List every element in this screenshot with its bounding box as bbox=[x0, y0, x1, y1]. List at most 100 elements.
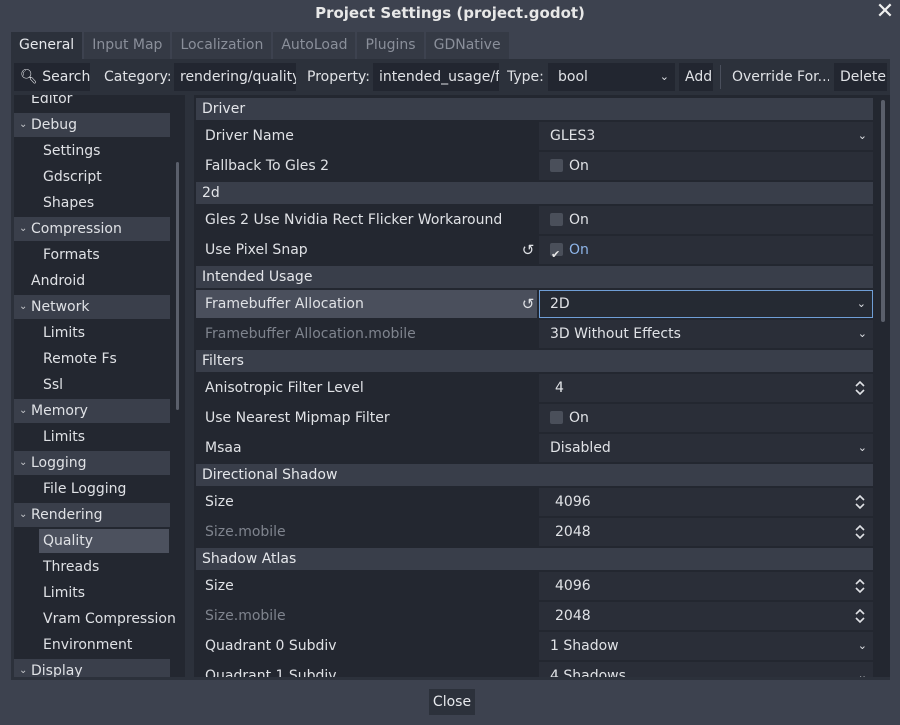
sidebar-item-label: Shapes bbox=[43, 195, 95, 211]
property-dropdown[interactable]: 2D ⌄ bbox=[539, 290, 873, 318]
property-row: Gles 2 Use Nvidia Rect Flicker Workaroun… bbox=[196, 206, 873, 234]
property-spinbox[interactable]: 4096 bbox=[539, 488, 873, 516]
sidebar-item-remote-fs[interactable]: Remote Fs bbox=[39, 347, 169, 371]
property-label: Gles 2 Use Nvidia Rect Flicker Workaroun… bbox=[205, 212, 503, 228]
checkbox-unchecked-icon[interactable] bbox=[550, 213, 563, 226]
tab-input-map[interactable]: Input Map bbox=[84, 32, 171, 59]
section-tree[interactable]: Editor ⌄ Debug Settings Gdscript Shapes ⌄ Compr… bbox=[14, 95, 185, 677]
chevron-down-icon[interactable]: ⌄ bbox=[19, 659, 27, 677]
window-title: Project Settings (project.godot) bbox=[315, 4, 585, 22]
chevron-down-icon[interactable]: ⌄ bbox=[19, 451, 27, 475]
tab-localization[interactable]: Localization bbox=[172, 32, 272, 59]
property-checkbox[interactable]: On bbox=[539, 152, 873, 180]
sidebar-item-environment[interactable]: Environment bbox=[39, 633, 169, 657]
property-checkbox[interactable]: On bbox=[539, 404, 873, 432]
sidebar-item-threads[interactable]: Threads bbox=[39, 555, 169, 579]
chevron-down-icon[interactable]: ⌄ bbox=[19, 399, 27, 423]
property-label: Framebuffer Allocation bbox=[196, 290, 537, 318]
property-label: Quadrant 1 Subdiv bbox=[205, 668, 337, 677]
type-dropdown[interactable]: bool ⌄ bbox=[548, 63, 675, 91]
close-button[interactable]: Close bbox=[429, 689, 475, 715]
tab-autoload[interactable]: AutoLoad bbox=[273, 32, 356, 59]
property-dropdown[interactable]: 4 Shadows ⌄ bbox=[539, 662, 873, 677]
spin-arrows-icon[interactable] bbox=[855, 578, 865, 594]
property-label: Fallback To Gles 2 bbox=[205, 158, 330, 174]
chevron-down-icon[interactable]: ⌄ bbox=[19, 503, 27, 527]
checkbox-unchecked-icon[interactable] bbox=[550, 411, 563, 424]
sidebar-item-network[interactable]: ⌄ Network bbox=[14, 295, 170, 319]
sidebar-item-settings[interactable]: Settings bbox=[39, 139, 169, 163]
inspector-scrollbar[interactable] bbox=[881, 100, 885, 322]
checkbox-checked-icon[interactable] bbox=[550, 241, 563, 269]
chevron-down-icon[interactable]: ⌄ bbox=[19, 295, 27, 319]
chevron-down-icon: ⌄ bbox=[857, 669, 867, 677]
chevron-down-icon[interactable]: ⌄ bbox=[19, 113, 27, 137]
sidebar-item-limits[interactable]: Limits bbox=[39, 321, 169, 345]
sidebar-item-vram-compression[interactable]: Vram Compression bbox=[39, 607, 176, 631]
sidebar-item-shapes[interactable]: Shapes bbox=[39, 191, 169, 215]
property-spinbox[interactable]: 4 bbox=[539, 374, 873, 402]
sidebar-item-label: Quality bbox=[43, 533, 94, 549]
property-label: Use Nearest Mipmap Filter bbox=[205, 410, 390, 426]
toolbar: 🔍︎ Search Category: rendering/quality Pr… bbox=[14, 63, 887, 91]
property-dropdown[interactable]: 3D Without Effects ⌄ bbox=[539, 320, 873, 348]
property-value: 4 Shadows bbox=[550, 668, 626, 677]
search-button[interactable]: 🔍︎ Search bbox=[14, 63, 90, 91]
property-dropdown[interactable]: 1 Shadow ⌄ bbox=[539, 632, 873, 660]
property-input[interactable]: intended_usage/f bbox=[373, 63, 499, 91]
sidebar-scrollbar[interactable] bbox=[176, 162, 179, 410]
sidebar-item-rendering[interactable]: ⌄ Rendering bbox=[14, 503, 170, 527]
property-label: Size.mobile bbox=[205, 524, 286, 540]
sidebar-item-compression[interactable]: ⌄ Compression bbox=[14, 217, 170, 241]
property-label: Anisotropic Filter Level bbox=[205, 380, 364, 396]
tab-general[interactable]: General bbox=[11, 32, 83, 59]
sidebar-item-ssl[interactable]: Ssl bbox=[39, 373, 169, 397]
chevron-down-icon[interactable]: ⌄ bbox=[19, 217, 27, 241]
sidebar-item-memory[interactable]: ⌄ Memory bbox=[14, 399, 170, 423]
chevron-down-icon: ⌄ bbox=[856, 297, 866, 310]
project-settings-window: Project Settings (project.godot) ✕ Gener… bbox=[0, 0, 900, 725]
search-icon: 🔍︎ bbox=[20, 69, 38, 85]
category-input[interactable]: rendering/quality bbox=[174, 63, 296, 91]
sidebar-item-label: Android bbox=[31, 273, 86, 289]
sidebar-item-file-logging[interactable]: File Logging bbox=[39, 477, 169, 501]
search-label: Search bbox=[42, 69, 90, 85]
property-checkbox[interactable]: On bbox=[539, 236, 873, 269]
property-spinbox[interactable]: 4096 bbox=[539, 572, 873, 600]
sidebar-item-gdscript[interactable]: Gdscript bbox=[39, 165, 169, 189]
sidebar-item-formats[interactable]: Formats bbox=[39, 243, 169, 267]
section-header: Intended Usage bbox=[196, 266, 873, 288]
delete-button[interactable]: Delete bbox=[834, 63, 887, 91]
property-dropdown[interactable]: Disabled ⌄ bbox=[539, 434, 873, 462]
sidebar-item-limits[interactable]: Limits bbox=[39, 581, 169, 605]
property-dropdown[interactable]: GLES3 ⌄ bbox=[539, 122, 873, 150]
sidebar-item-debug[interactable]: ⌄ Debug bbox=[14, 113, 170, 137]
add-button[interactable]: Add bbox=[679, 63, 713, 91]
tab-plugins[interactable]: Plugins bbox=[357, 32, 424, 59]
sidebar-item-logging[interactable]: ⌄ Logging bbox=[14, 451, 170, 475]
sidebar-item-label: Environment bbox=[43, 637, 133, 653]
sidebar-item-label: File Logging bbox=[43, 481, 127, 497]
property-spinbox[interactable]: 2048 bbox=[539, 518, 873, 546]
revert-icon[interactable]: ↺ bbox=[520, 236, 536, 264]
spin-arrows-icon[interactable] bbox=[855, 524, 865, 540]
property-checkbox[interactable]: On bbox=[539, 206, 873, 234]
tab-gdnative[interactable]: GDNative bbox=[425, 32, 509, 59]
close-icon[interactable]: ✕ bbox=[874, 0, 896, 26]
sidebar-item-display[interactable]: ⌄ Display bbox=[14, 659, 170, 677]
property-spinbox[interactable]: 2048 bbox=[539, 602, 873, 630]
property-row: Driver Name GLES3 ⌄ bbox=[196, 122, 873, 150]
sidebar-item-editor[interactable]: Editor bbox=[14, 95, 170, 111]
override-for-button[interactable]: Override For... bbox=[726, 63, 829, 91]
checkbox-unchecked-icon[interactable] bbox=[550, 159, 563, 172]
sidebar-item-android[interactable]: Android bbox=[14, 269, 170, 293]
sidebar-item-quality[interactable]: Quality bbox=[39, 529, 169, 553]
revert-icon[interactable]: ↺ bbox=[520, 290, 536, 318]
spin-arrows-icon[interactable] bbox=[855, 380, 865, 396]
spin-arrows-icon[interactable] bbox=[855, 494, 865, 510]
sidebar-item-limits[interactable]: Limits bbox=[39, 425, 169, 449]
sidebar-item-label: Gdscript bbox=[43, 169, 102, 185]
property-row: Size 4096 bbox=[196, 572, 873, 600]
spin-arrows-icon[interactable] bbox=[855, 608, 865, 624]
sidebar-item-label: Compression bbox=[31, 221, 122, 237]
